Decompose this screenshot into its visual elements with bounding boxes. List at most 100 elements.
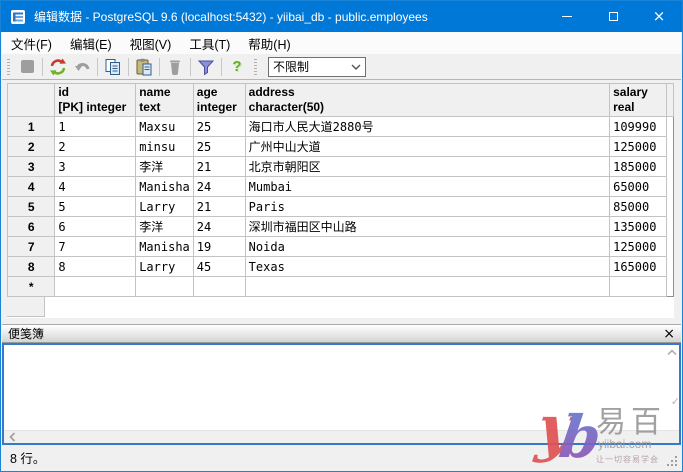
row-number[interactable]: 4 — [8, 177, 55, 197]
scroll-up-icon[interactable] — [667, 349, 677, 356]
toolbar-grip[interactable] — [7, 59, 10, 75]
row-number[interactable]: 8 — [8, 257, 55, 277]
paste-button[interactable] — [132, 56, 156, 78]
minimize-button[interactable] — [544, 1, 590, 32]
cell-name[interactable]: 李洋 — [136, 217, 194, 237]
col-header-name[interactable]: name text — [136, 84, 194, 117]
col-header-rownum[interactable] — [8, 84, 55, 117]
cell-address[interactable]: Texas — [245, 257, 609, 277]
filter-icon — [197, 58, 215, 76]
cell-salary[interactable]: 135000 — [610, 217, 667, 237]
cell-address[interactable]: 广州中山大道 — [245, 137, 609, 157]
scratchpad-input[interactable] — [4, 345, 665, 429]
cell-id[interactable]: 7 — [55, 237, 136, 257]
cell-age[interactable] — [193, 277, 245, 297]
cell-name[interactable] — [136, 277, 194, 297]
minimize-icon — [562, 16, 572, 17]
save-button[interactable] — [15, 56, 39, 78]
cell-id[interactable]: 6 — [55, 217, 136, 237]
delete-button[interactable] — [163, 56, 187, 78]
col-header-salary[interactable]: salary real — [610, 84, 667, 117]
cell-name[interactable]: Larry — [136, 257, 194, 277]
cell-id[interactable]: 5 — [55, 197, 136, 217]
close-button[interactable]: × — [636, 1, 682, 32]
col-header-age[interactable]: age integer — [193, 84, 245, 117]
scroll-left-icon[interactable] — [9, 432, 16, 442]
menu-edit[interactable]: 编辑(E) — [61, 31, 121, 56]
cell-salary[interactable]: 185000 — [610, 157, 667, 177]
cell-salary[interactable]: 85000 — [610, 197, 667, 217]
row-number[interactable]: 5 — [8, 197, 55, 217]
cell-age[interactable]: 24 — [193, 217, 245, 237]
menu-file[interactable]: 文件(F) — [2, 31, 61, 56]
undo-button[interactable] — [70, 56, 94, 78]
maximize-button[interactable] — [590, 1, 636, 32]
row-number[interactable]: 2 — [8, 137, 55, 157]
cell-salary[interactable]: 65000 — [610, 177, 667, 197]
cell-name[interactable]: Manisha — [136, 237, 194, 257]
toolbar-separator — [97, 58, 98, 76]
resize-grip-icon[interactable] — [666, 455, 678, 467]
copy-button[interactable] — [101, 56, 125, 78]
filter-button[interactable] — [194, 56, 218, 78]
cell-id[interactable] — [55, 277, 136, 297]
cell-age[interactable]: 19 — [193, 237, 245, 257]
cell-address[interactable]: Paris — [245, 197, 609, 217]
cell-address[interactable]: 深圳市福田区中山路 — [245, 217, 609, 237]
cell-salary[interactable] — [610, 277, 667, 297]
statusbar: 8 行。 — [2, 445, 681, 470]
cell-id[interactable]: 4 — [55, 177, 136, 197]
cell-age[interactable]: 25 — [193, 137, 245, 157]
cell-name[interactable]: Larry — [136, 197, 194, 217]
horizontal-scrollbar[interactable] — [4, 430, 679, 443]
cell-address[interactable]: 海口市人民大道2880号 — [245, 117, 609, 137]
scratchpad-close-icon[interactable]: × — [663, 327, 675, 341]
col-header-address[interactable]: address character(50) — [245, 84, 609, 117]
cell-salary[interactable]: 125000 — [610, 237, 667, 257]
cell-filler — [666, 237, 673, 257]
refresh-button[interactable] — [46, 56, 70, 78]
row-number[interactable]: 3 — [8, 157, 55, 177]
cell-name[interactable]: 李洋 — [136, 157, 194, 177]
cell-age[interactable]: 21 — [193, 157, 245, 177]
table-row: 8 8 Larry 45 Texas 165000 — [8, 257, 674, 277]
row-count-status: 8 行。 — [10, 448, 45, 467]
row-number[interactable]: 1 — [8, 117, 55, 137]
col-header-id[interactable]: id [PK] integer — [55, 84, 136, 117]
cell-id[interactable]: 3 — [55, 157, 136, 177]
cell-age[interactable]: 21 — [193, 197, 245, 217]
cell-name[interactable]: Manisha — [136, 177, 194, 197]
menu-tools[interactable]: 工具(T) — [180, 31, 239, 56]
cell-age[interactable]: 24 — [193, 177, 245, 197]
cell-name[interactable]: Maxsu — [136, 117, 194, 137]
row-limit-dropdown[interactable]: 不限制 — [268, 57, 366, 77]
cell-salary[interactable]: 109990 — [610, 117, 667, 137]
cell-age[interactable]: 25 — [193, 117, 245, 137]
cell-age[interactable]: 45 — [193, 257, 245, 277]
grid-body: 1 1 Maxsu 25 海口市人民大道2880号 109990 2 2 min… — [8, 117, 674, 297]
menu-view[interactable]: 视图(V) — [121, 31, 181, 56]
cell-address[interactable]: 北京市朝阳区 — [245, 157, 609, 177]
cell-id[interactable]: 2 — [55, 137, 136, 157]
row-number[interactable]: 7 — [8, 237, 55, 257]
table-row: 1 1 Maxsu 25 海口市人民大道2880号 109990 — [8, 117, 674, 137]
help-button[interactable]: ? — [225, 56, 249, 78]
menu-help[interactable]: 帮助(H) — [239, 31, 299, 56]
cell-salary[interactable]: 125000 — [610, 137, 667, 157]
cell-salary[interactable]: 165000 — [610, 257, 667, 277]
cell-name[interactable]: minsu — [136, 137, 194, 157]
row-limit-value: 不限制 — [273, 58, 309, 75]
toolbar: ? 不限制 — [2, 54, 681, 80]
cell-filler — [666, 117, 673, 137]
cell-address[interactable] — [245, 277, 609, 297]
delete-icon — [166, 58, 184, 76]
window-title: 编辑数据 - PostgreSQL 9.6 (localhost:5432) -… — [34, 8, 428, 25]
cell-id[interactable]: 8 — [55, 257, 136, 277]
col-header-filler — [666, 84, 673, 117]
toolbar-grip[interactable] — [254, 59, 257, 75]
cell-address[interactable]: Noida — [245, 237, 609, 257]
cell-id[interactable]: 1 — [55, 117, 136, 137]
row-number[interactable]: * — [8, 277, 55, 297]
row-number[interactable]: 6 — [8, 217, 55, 237]
cell-address[interactable]: Mumbai — [245, 177, 609, 197]
